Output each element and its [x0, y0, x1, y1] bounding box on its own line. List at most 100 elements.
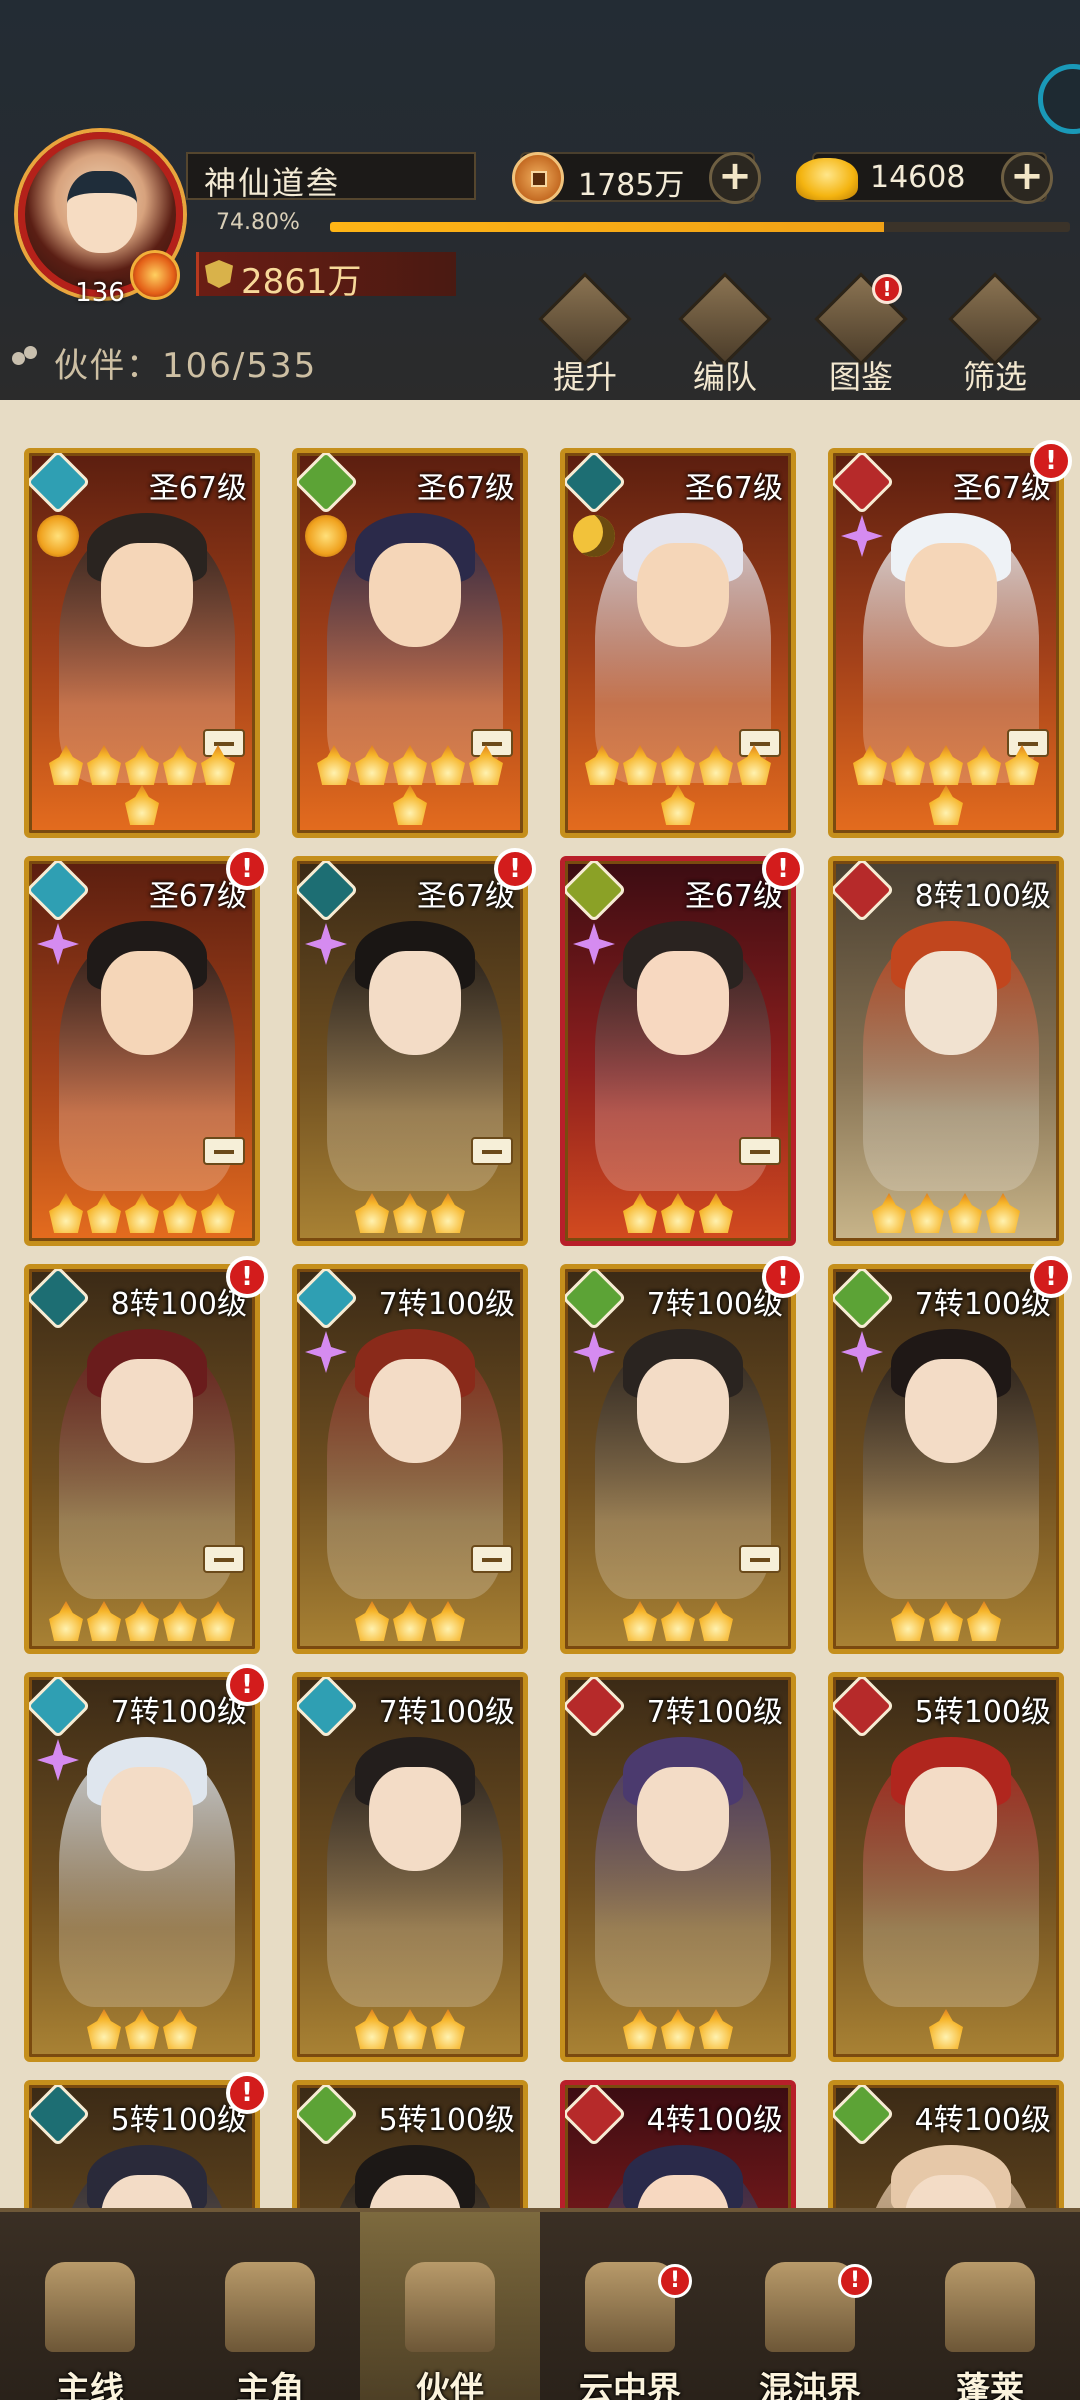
tool-label: 编队 [692, 358, 757, 396]
star-badge-icon [305, 923, 347, 965]
wood-element-icon [833, 2085, 895, 2147]
star-badge-icon [37, 1739, 79, 1781]
star-badge-icon [573, 1331, 615, 1373]
nav-item-5[interactable]: 蓬莱 [900, 2212, 1080, 2400]
flame-star-icon [661, 1601, 695, 1641]
dark-element-icon [29, 1269, 91, 1331]
star-row [833, 1193, 1059, 1233]
wood-element-icon [297, 453, 359, 515]
sun-badge-icon [305, 515, 347, 557]
flame-star-icon [355, 745, 389, 785]
flame-star-icon [891, 1601, 925, 1641]
equipment-tag-icon [739, 1137, 781, 1165]
partner-card[interactable]: 5转100级 [828, 1672, 1064, 2062]
partner-card[interactable]: 4转100级 [828, 2080, 1064, 2208]
partner-card[interactable]: 圣67级 [24, 448, 260, 838]
partner-card[interactable]: 圣67级 [560, 856, 796, 1246]
gold-value: 14608 [870, 160, 966, 195]
partner-card[interactable]: 圣67级 [24, 856, 260, 1246]
partner-face [905, 1359, 997, 1463]
nav-item-1[interactable]: 主角 [180, 2212, 360, 2400]
fire-element-icon [833, 1677, 895, 1739]
light-element-icon [565, 861, 627, 923]
partner-face [369, 543, 461, 647]
partner-card[interactable]: 8转100级 [24, 1264, 260, 1654]
tool-button-3[interactable]: 筛选 [940, 272, 1050, 396]
flame-star-icon [623, 1193, 657, 1233]
flame-star-icon [125, 1601, 159, 1641]
flame-star-icon [872, 1193, 906, 1233]
add-copper-button[interactable]: + [709, 152, 761, 204]
nav-item-4[interactable]: 混沌界! [720, 2212, 900, 2400]
side-menu-button[interactable] [1038, 64, 1080, 134]
flame-star-icon [87, 2009, 121, 2049]
flame-star-icon [201, 745, 235, 785]
alert-badge: ! [872, 274, 902, 304]
partner-card[interactable]: 圣67级 [292, 856, 528, 1246]
top-header: 136 神仙道叁 74.80% 2861万 1785万 + 14608 + 伙伴… [0, 0, 1080, 400]
star-row [29, 1601, 255, 1641]
exp-percent: 74.80% [216, 210, 300, 235]
tool-button-1[interactable]: 编队 [670, 272, 780, 396]
nav-label: 主角 [236, 2370, 304, 2400]
nav-item-3[interactable]: 云中界! [540, 2212, 720, 2400]
tool-label: 提升 [552, 358, 617, 396]
water-element-icon [29, 1677, 91, 1739]
partner-card[interactable]: 4转100级 [560, 2080, 796, 2208]
flame-star-icon [699, 1193, 733, 1233]
flame-star-icon [355, 1193, 389, 1233]
tool-label: 图鉴 [828, 358, 893, 396]
flame-star-icon [986, 1193, 1020, 1233]
partner-card[interactable]: 8转100级 [828, 856, 1064, 1246]
tool-button-2[interactable]: 图鉴! [806, 272, 916, 396]
flame-star-icon [393, 1601, 427, 1641]
alert-badge: ! [1030, 440, 1072, 482]
alert-badge: ! [762, 1256, 804, 1298]
partner-card[interactable]: 5转100级 [292, 2080, 528, 2208]
equipment-tag-icon [471, 1137, 513, 1165]
nav-item-0[interactable]: 主线 [0, 2212, 180, 2400]
partner-card[interactable]: 7转100级 [828, 1264, 1064, 1654]
partner-card[interactable]: 7转100级 [24, 1672, 260, 2062]
alert-badge: ! [226, 1664, 268, 1706]
tool-button-0[interactable]: 提升 [530, 272, 640, 396]
fire-element-icon [833, 453, 895, 515]
partner-level: 4转100级 [646, 2103, 783, 2138]
partner-card[interactable]: 7转100级 [560, 1672, 796, 2062]
alert-badge: ! [226, 848, 268, 890]
copper-resource: 1785万 + [512, 152, 761, 204]
partner-face [101, 1359, 193, 1463]
power-shield-icon [205, 260, 233, 288]
sun-badge-icon [37, 515, 79, 557]
flame-star-icon [87, 1601, 121, 1641]
flame-star-icon [201, 1601, 235, 1641]
partner-card[interactable]: 圣67级 [292, 448, 528, 838]
partner-card[interactable]: 7转100级 [292, 1672, 528, 2062]
alert-badge: ! [226, 1256, 268, 1298]
wood-element-icon [297, 2085, 359, 2147]
partner-level: 7转100级 [378, 1287, 515, 1322]
partner-level: 圣67级 [148, 471, 247, 506]
partner-card[interactable]: 7转100级 [292, 1264, 528, 1654]
star-row [833, 2009, 1059, 2049]
partner-card[interactable]: 5转100级 [24, 2080, 260, 2208]
exp-progress-bar [330, 222, 1070, 232]
flame-star-icon [393, 745, 427, 785]
dark-element-icon [29, 2085, 91, 2147]
flame-star-icon [967, 1601, 1001, 1641]
partner-level: 圣67级 [684, 471, 783, 506]
partner-card[interactable]: 7转100级 [560, 1264, 796, 1654]
flame-star-icon [1005, 745, 1039, 785]
flame-star-icon [967, 745, 1001, 785]
partner-card[interactable]: 圣67级 [828, 448, 1064, 838]
nav-item-2[interactable]: 伙伴 [360, 2212, 540, 2400]
flame-star-icon [125, 785, 159, 825]
avatar-face [67, 171, 137, 253]
wood-element-icon [565, 1269, 627, 1331]
flame-star-icon [163, 2009, 197, 2049]
partner-card[interactable]: 圣67级 [560, 448, 796, 838]
fire-rank-icon [130, 250, 180, 300]
add-gold-button[interactable]: + [1001, 152, 1053, 204]
partner-face [101, 543, 193, 647]
star-badge-icon [841, 1331, 883, 1373]
